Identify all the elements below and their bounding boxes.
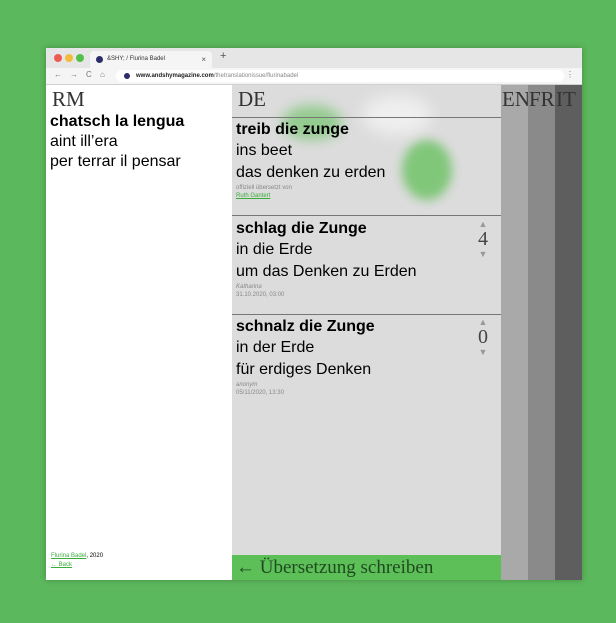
write-translation-button[interactable]: ← Übersetzung schreiben [232, 555, 501, 580]
translation-line: in die Erde [236, 241, 313, 258]
back-link[interactable]: ← Back [51, 562, 72, 568]
minimize-window-button[interactable] [65, 54, 73, 62]
green-blob [402, 140, 452, 200]
translation-title: schnalz die Zunge [236, 318, 375, 335]
strip-en[interactable]: EN [501, 85, 530, 580]
translation-date: 31.10.2020, 03:00 [236, 292, 285, 298]
rm-column: RM chatsch la lengua aint ill’era per te… [46, 85, 232, 580]
browser-tab[interactable]: &SHY; / Flurina Badel × [90, 51, 212, 68]
translation-line: das denken zu erden [236, 164, 386, 181]
url-field[interactable]: www.andshymagazine.com/thetranslationiss… [116, 70, 564, 82]
favicon-icon [96, 56, 103, 63]
translation-author: anonym [236, 382, 258, 388]
translation-entry: schlag die Zunge in die Erde um das Denk… [236, 219, 417, 299]
translation-meta: offiziell übersetzt von [236, 185, 292, 191]
browser-window: &SHY; / Flurina Badel × + ← → C ⌂ www.an… [46, 48, 582, 580]
new-tab-button[interactable]: + [220, 50, 226, 62]
tab-bar: &SHY; / Flurina Badel × + [46, 48, 582, 68]
site-icon [124, 73, 130, 79]
translation-title: treib die zunge [236, 121, 349, 138]
de-column: DE treib die zunge ins beet das denken z… [232, 85, 501, 580]
divider [232, 117, 501, 118]
vote-count: 0 [478, 326, 488, 348]
divider [232, 215, 501, 216]
vote-count: 4 [478, 228, 488, 250]
author-link[interactable]: Flurina Badel [51, 553, 86, 559]
arrow-left-icon: ← [236, 557, 255, 578]
close-window-button[interactable] [54, 54, 62, 62]
translation-author: Katharina [236, 284, 262, 290]
page-content: RM chatsch la lengua aint ill’era per te… [46, 85, 582, 580]
poem-line: per terrar il pensar [50, 153, 181, 170]
it-language-label: IT [556, 87, 576, 111]
url-domain: www.andshymagazine.com [136, 73, 214, 79]
write-translation-label: Übersetzung schreiben [259, 557, 434, 578]
rm-language-label: RM [52, 87, 85, 111]
translation-line: für erdiges Denken [236, 361, 372, 378]
back-icon[interactable]: ← [54, 70, 62, 79]
home-icon[interactable]: ⌂ [100, 70, 105, 79]
year: , 2020 [86, 553, 104, 559]
vote-widget: ▲ 4 ▼ [475, 219, 491, 259]
tab-title: &SHY; / Flurina Badel [107, 56, 165, 62]
url-path: /thetranslationissue/flurinabadel [213, 73, 299, 79]
reload-icon[interactable]: C [86, 70, 92, 79]
poem-title: chatsch la lengua [50, 113, 185, 130]
address-bar-row: ← → C ⌂ www.andshymagazine.com/thetransl… [46, 68, 582, 85]
translation-title: schlag die Zunge [236, 220, 367, 237]
menu-icon[interactable]: ⋮ [566, 70, 574, 79]
translation-line: ins beet [236, 142, 293, 159]
maximize-window-button[interactable] [76, 54, 84, 62]
forward-icon[interactable]: → [70, 70, 78, 79]
en-language-label: EN [502, 87, 530, 111]
downvote-icon[interactable]: ▼ [475, 249, 491, 259]
strip-fr[interactable]: FR [528, 85, 555, 580]
footer: Flurina Badel, 2020 ← Back [51, 552, 103, 570]
downvote-icon[interactable]: ▼ [475, 347, 491, 357]
fr-language-label: FR [529, 87, 555, 111]
translation-entry: schnalz die Zunge in der Erde für erdige… [236, 317, 375, 397]
tab-close-icon[interactable]: × [201, 51, 206, 68]
translator-link[interactable]: Ruth Gantert [236, 192, 385, 200]
poem-line: aint ill’era [50, 133, 118, 150]
translation-line: in der Erde [236, 339, 315, 356]
translation-date: 05/11/2020, 13:30 [236, 390, 284, 396]
translation-entry: treib die zunge ins beet das denken zu e… [236, 120, 385, 200]
translation-line: um das Denken zu Erden [236, 263, 417, 280]
vote-widget: ▲ 0 ▼ [475, 317, 491, 357]
strip-it[interactable]: IT [555, 85, 582, 580]
divider [232, 314, 501, 315]
